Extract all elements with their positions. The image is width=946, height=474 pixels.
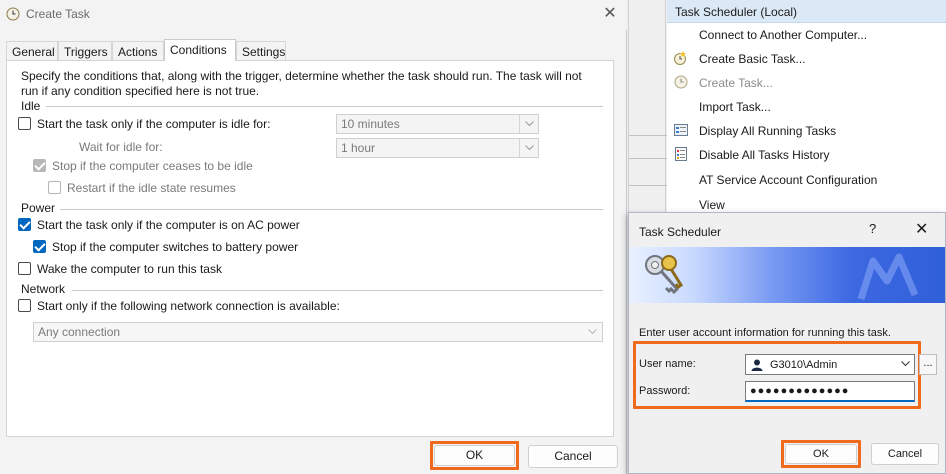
network-connection-value: Any connection	[38, 325, 121, 339]
action-label: Create Task...	[699, 76, 773, 90]
wake-checkbox[interactable]	[18, 262, 31, 275]
tab-triggers[interactable]: Triggers	[58, 41, 112, 61]
history-icon	[675, 147, 687, 161]
dialog-info-text: Enter user account information for runni…	[639, 327, 891, 339]
wait-idle-value: 1 hour	[341, 141, 376, 155]
clock-icon	[6, 7, 20, 21]
ac-power-label: Start the task only if the computer is o…	[37, 218, 300, 232]
banner-watermark-icon	[857, 253, 919, 301]
idle-start-label: Start the task only if the computer is i…	[37, 117, 271, 131]
username-field[interactable]: G3010\Admin	[745, 354, 915, 375]
action-create-basic-task[interactable]: Create Basic Task...	[667, 47, 946, 71]
restart-idle-checkbox[interactable]	[48, 181, 61, 194]
divider	[46, 106, 603, 107]
idle-duration-select[interactable]: 10 minutes	[336, 114, 539, 134]
action-label: Create Basic Task...	[699, 52, 806, 66]
action-label: View	[699, 198, 725, 212]
dialog-title: Task Scheduler	[639, 225, 722, 239]
username-value: G3010\Admin	[770, 359, 838, 371]
tab-general[interactable]: General	[6, 41, 58, 61]
title-bar: Create Task ✕	[0, 0, 627, 30]
pane-fragment	[629, 135, 667, 159]
keys-icon	[645, 255, 684, 295]
stop-if-ceases-checkbox[interactable]	[33, 159, 46, 172]
help-icon[interactable]: ?	[869, 221, 876, 236]
pane-fragment	[629, 158, 667, 186]
tab-settings[interactable]: Settings	[236, 41, 286, 61]
window-title: Create Task	[26, 7, 90, 21]
network-label: Start only if the following network conn…	[37, 299, 340, 313]
description-text: Specify the conditions that, along with …	[21, 69, 582, 98]
wait-idle-label: Wait for idle for:	[79, 140, 163, 154]
network-checkbox[interactable]	[18, 299, 31, 312]
action-label: AT Service Account Configuration	[699, 173, 878, 187]
chevron-down-icon	[519, 139, 538, 157]
credentials-dialog: Task Scheduler ? ✕ Enter user account in…	[628, 212, 946, 474]
cancel-button[interactable]: Cancel	[528, 445, 618, 468]
divider	[72, 290, 603, 291]
user-icon	[751, 359, 763, 371]
ok-button[interactable]: OK	[434, 445, 515, 466]
username-label: User name:	[639, 358, 696, 370]
chevron-down-icon	[583, 323, 602, 341]
actions-header[interactable]: Task Scheduler (Local)	[667, 0, 946, 23]
restart-idle-label: Restart if the idle state resumes	[67, 181, 236, 195]
action-disable-history[interactable]: Disable All Tasks History	[667, 143, 946, 167]
ac-power-checkbox[interactable]	[18, 218, 31, 231]
close-icon[interactable]: ✕	[915, 219, 928, 239]
browse-button[interactable]: ...	[919, 354, 937, 375]
network-group-label: Network	[21, 282, 66, 296]
wake-label: Wake the computer to run this task	[37, 262, 222, 276]
action-label: Import Task...	[699, 100, 771, 114]
idle-duration-value: 10 minutes	[341, 117, 400, 131]
create-task-window: Create Task ✕ General Triggers Actions C…	[0, 0, 627, 474]
password-label: Password:	[639, 385, 691, 397]
password-field[interactable]: ●●●●●●●●●●●●●	[745, 381, 915, 402]
battery-stop-label: Stop if the computer switches to battery…	[52, 240, 299, 254]
action-at-service-config[interactable]: AT Service Account Configuration	[667, 168, 946, 192]
wait-idle-select[interactable]: 1 hour	[336, 138, 539, 158]
dialog-banner	[629, 247, 945, 303]
stop-if-ceases-label: Stop if the computer ceases to be idle	[52, 159, 253, 173]
divider	[60, 209, 603, 210]
idle-group-label: Idle	[21, 99, 41, 113]
ok-button[interactable]: OK	[785, 444, 857, 464]
action-label: Disable All Tasks History	[699, 148, 830, 162]
tab-actions[interactable]: Actions	[112, 41, 164, 61]
close-icon[interactable]: ✕	[598, 4, 622, 24]
chevron-down-icon[interactable]	[901, 361, 910, 367]
action-import-task[interactable]: Import Task...	[667, 95, 946, 119]
create-task-icon	[674, 75, 688, 89]
power-group-label: Power	[21, 201, 56, 215]
idle-start-checkbox[interactable]	[18, 117, 31, 130]
action-display-running[interactable]: Display All Running Tasks	[667, 119, 946, 143]
tab-conditions[interactable]: Conditions	[164, 39, 236, 61]
chevron-down-icon	[519, 115, 538, 133]
running-tasks-icon	[674, 124, 688, 136]
network-connection-select[interactable]: Any connection	[33, 322, 603, 342]
create-basic-task-icon	[674, 51, 686, 65]
cancel-button[interactable]: Cancel	[871, 443, 939, 465]
battery-stop-checkbox[interactable]	[33, 240, 46, 253]
action-connect[interactable]: Connect to Another Computer...	[667, 23, 946, 47]
action-label: Display All Running Tasks	[699, 124, 837, 138]
action-create-task[interactable]: Create Task...	[667, 71, 946, 95]
action-label: Connect to Another Computer...	[699, 28, 868, 42]
